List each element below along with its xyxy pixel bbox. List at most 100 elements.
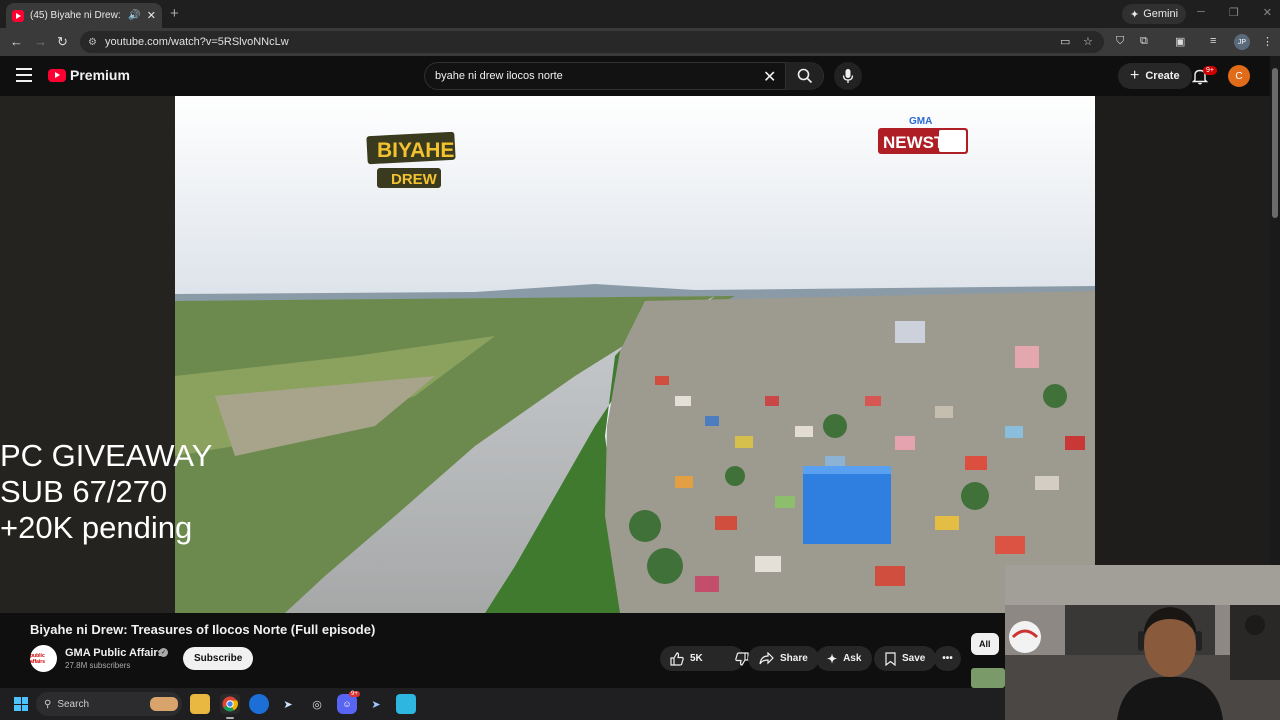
reload-icon[interactable]: ↻ [57, 34, 68, 50]
youtube-play-icon [48, 68, 66, 82]
share-arrow-icon [759, 652, 774, 665]
browser-tab-strip: (45) Biyahe ni Drew: Treasu 🔊 ✕ + ✦ Gemi… [0, 0, 1280, 28]
gma-newstv-logo: GMA NEWSTV [878, 116, 968, 154]
forward-icon[interactable]: → [34, 34, 47, 49]
create-label: Create [1145, 70, 1180, 82]
gemini-label: Gemini [1143, 8, 1179, 20]
discord-badge: 9+ [349, 691, 360, 697]
verified-check-icon: ✓ [159, 648, 168, 657]
taskbar-search-label: Search [57, 698, 90, 710]
subscribe-button[interactable]: Subscribe [183, 647, 254, 670]
account-avatar[interactable]: C [1228, 65, 1250, 87]
overlay-line-1: PC GIVEAWAY [0, 438, 213, 473]
clear-search-icon[interactable]: ✕ [763, 67, 776, 87]
taskbar-search-icon: ⚲ [44, 698, 52, 710]
webcam-image [1005, 565, 1280, 720]
show-logo-top-text: BIYAHE [377, 139, 454, 162]
ask-button[interactable]: ✦ Ask [816, 646, 873, 671]
search-box[interactable]: byahe ni drew ilocos norte ✕ [424, 62, 824, 90]
create-button[interactable]: + Create [1118, 63, 1192, 89]
cast-icon[interactable]: ▣ [1175, 35, 1185, 48]
chrome-icon[interactable] [220, 694, 240, 719]
windows-start-icon[interactable] [14, 697, 28, 711]
sparkle-icon: ✦ [1130, 8, 1140, 21]
tab-title: (45) Biyahe ni Drew: Treasu [30, 10, 122, 21]
subscriber-count: 27.8M subscribers [65, 661, 131, 670]
like-dislike-group: 5K [660, 646, 749, 671]
tab-close-button[interactable]: ✕ [147, 9, 156, 22]
overlay-line-2: SUB 67/270 [0, 474, 168, 509]
youtube-header: Premium byahe ni drew ilocos norte ✕ + C… [0, 56, 1280, 96]
like-count: 5K [690, 653, 703, 664]
more-actions-button[interactable]: ••• [934, 646, 961, 671]
streamer-webcam-overlay [1005, 565, 1280, 720]
ask-label: Ask [843, 653, 862, 664]
maximize-icon[interactable]: ❐ [1229, 6, 1239, 19]
browser-menu-icon[interactable]: ⋮ [1262, 35, 1273, 48]
chrome-logo-icon [222, 696, 238, 712]
network-logo-top-text: GMA [909, 116, 932, 127]
ambient-right-panel [1095, 96, 1270, 613]
address-bar[interactable]: ⚙ youtube.com/watch?v=5RSlvoNNcLw [80, 31, 1104, 53]
extensions-icon[interactable]: ⧉ [1140, 35, 1148, 48]
browser-toolbar: ← → ↻ ⚙ youtube.com/watch?v=5RSlvoNNcLw … [0, 28, 1280, 56]
hamburger-menu-icon[interactable] [16, 68, 32, 82]
notepad-icon[interactable] [396, 694, 416, 714]
microphone-icon [842, 69, 854, 83]
new-tab-button[interactable]: + [170, 5, 179, 22]
discord-icon[interactable]: ☺ [337, 694, 357, 714]
save-button[interactable]: Save [874, 646, 937, 671]
video-title: Biyahe ni Drew: Treasures of Ilocos Nort… [30, 622, 376, 637]
network-logo-main-text: NEWSTV [883, 133, 956, 152]
edge-icon[interactable] [249, 694, 269, 714]
filter-chip-all[interactable]: All [971, 633, 999, 655]
bookmark-star-icon[interactable]: ☆ [1083, 35, 1093, 48]
close-window-icon[interactable]: ✕ [1263, 6, 1272, 19]
media-controls-icon[interactable]: ≡ [1210, 35, 1216, 47]
search-input[interactable]: byahe ni drew ilocos norte [435, 70, 563, 82]
search-button[interactable] [785, 62, 823, 90]
like-button[interactable]: 5K [660, 646, 713, 671]
save-label: Save [902, 653, 926, 664]
gemini-button[interactable]: ✦ Gemini [1122, 4, 1187, 24]
notification-badge: 9+ [1203, 66, 1217, 75]
file-explorer-icon[interactable] [190, 694, 210, 714]
thumbs-up-icon [670, 651, 684, 666]
windows-taskbar: ⚲ Search ➤ ◎ ☺ 9+ ➤ [0, 688, 1005, 720]
install-icon[interactable]: ▭ [1060, 35, 1070, 48]
minimize-icon[interactable]: ─ [1197, 6, 1205, 19]
youtube-favicon-icon [12, 9, 24, 22]
video-frame-aerial-view [175, 96, 1095, 613]
window-controls: ─ ❐ ✕ [1197, 6, 1272, 19]
channel-avatar[interactable]: public affairs [30, 645, 57, 672]
scrollbar-thumb[interactable] [1272, 68, 1278, 218]
share-label: Share [780, 653, 808, 664]
recommended-video-thumbnail[interactable] [971, 668, 1005, 688]
search-highlight-icon [150, 697, 178, 711]
browser-tab-youtube[interactable]: (45) Biyahe ni Drew: Treasu 🔊 ✕ [6, 3, 162, 28]
voice-search-button[interactable] [834, 62, 862, 90]
channel-name[interactable]: GMA Public Affairs [65, 647, 164, 659]
steam-icon[interactable]: ➤ [278, 694, 298, 714]
youtube-premium-logo[interactable]: Premium [48, 67, 130, 83]
url-text[interactable]: youtube.com/watch?v=5RSlvoNNcLw [105, 36, 289, 48]
bookmark-icon [885, 651, 896, 666]
plus-icon: + [1130, 67, 1140, 84]
steam-alt-icon[interactable]: ➤ [366, 694, 386, 714]
biyahe-ni-drew-logo: BIYAHE DREW [366, 132, 456, 188]
taskbar-search[interactable]: ⚲ Search [36, 692, 182, 716]
search-icon [797, 68, 812, 84]
show-logo-bottom-text: DREW [391, 171, 438, 188]
logo-text: Premium [70, 67, 130, 83]
browser-profile-avatar[interactable]: JP [1234, 34, 1250, 50]
speaker-icon[interactable]: 🔊 [128, 10, 140, 21]
overlay-line-3: +20K pending [0, 510, 193, 545]
site-info-icon[interactable]: ⚙ [88, 37, 97, 48]
share-button[interactable]: Share [748, 646, 819, 671]
back-icon[interactable]: ← [10, 34, 23, 49]
stream-overlay-text: PC GIVEAWAY SUB 67/270 +20K pending [0, 438, 212, 546]
sparkle-ask-icon: ✦ [827, 651, 838, 666]
obs-icon[interactable]: ◎ [307, 694, 327, 714]
video-player[interactable]: BIYAHE DREW GMA NEWSTV [175, 96, 1095, 613]
shield-icon[interactable]: ⛉ [1116, 35, 1124, 48]
